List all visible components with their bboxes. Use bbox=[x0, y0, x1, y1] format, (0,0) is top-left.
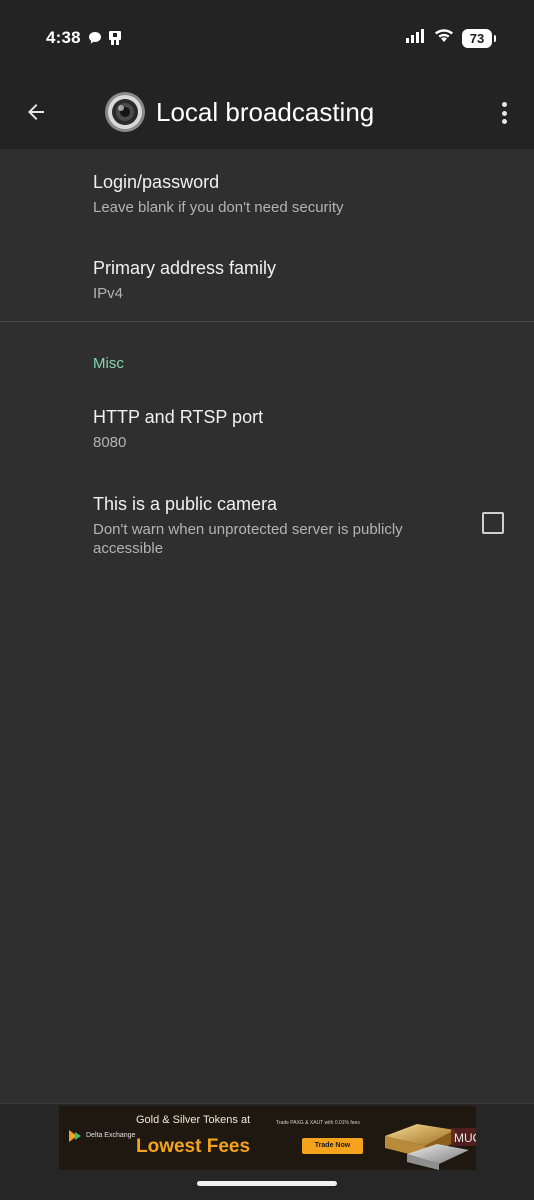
pref-title: HTTP and RTSP port bbox=[93, 407, 264, 427]
battery-icon: 73 bbox=[462, 28, 496, 48]
category-misc: Misc bbox=[93, 355, 124, 372]
pref-summary: Leave blank if you don't need security bbox=[93, 199, 344, 216]
home-indicator[interactable] bbox=[197, 1181, 337, 1186]
wifi-icon bbox=[434, 28, 454, 48]
status-notification-icons bbox=[88, 30, 122, 51]
pref-http-rtsp-port[interactable]: HTTP and RTSP port 8080 bbox=[0, 407, 534, 452]
camera-lens-logo-icon bbox=[104, 91, 146, 133]
pref-title: Login/password bbox=[93, 172, 220, 192]
pref-title: Primary address family bbox=[93, 258, 277, 278]
more-vertical-icon bbox=[501, 102, 507, 107]
ad-brand-name: Delta Exchange bbox=[86, 1132, 136, 1139]
app-notification-icon bbox=[108, 30, 122, 51]
pref-public-camera[interactable]: This is a public camera Don't warn when … bbox=[0, 494, 534, 558]
public-camera-checkbox[interactable] bbox=[482, 512, 504, 534]
pref-title: This is a public camera bbox=[93, 494, 278, 514]
pref-summary: IPv4 bbox=[93, 285, 124, 302]
back-button[interactable] bbox=[20, 96, 52, 128]
status-right-icons: 73 bbox=[406, 28, 496, 48]
more-options-button[interactable] bbox=[492, 98, 516, 128]
pref-primary-address-family[interactable]: Primary address family IPv4 bbox=[0, 258, 534, 303]
signal-icon bbox=[406, 28, 426, 48]
delta-logo-icon bbox=[69, 1130, 81, 1142]
ad-watermark: MUO bbox=[454, 1131, 476, 1145]
app-bar: Local broadcasting bbox=[0, 76, 534, 149]
ad-cta-text: Lowest Fees bbox=[136, 1136, 251, 1157]
trade-now-button[interactable]: Trade Now bbox=[302, 1138, 363, 1154]
ad-headline: Gold & Silver Tokens at bbox=[136, 1114, 251, 1126]
chat-notification-icon bbox=[88, 31, 102, 50]
back-arrow-icon bbox=[28, 104, 44, 120]
pref-summary: 8080 bbox=[93, 434, 127, 451]
gold-bars-image: MUO bbox=[385, 1124, 476, 1170]
ad-brand: Delta Exchange bbox=[67, 1128, 135, 1144]
pref-login-password[interactable]: Login/password Leave blank if you don't … bbox=[0, 172, 534, 217]
ad-banner[interactable]: Delta Exchange Gold & Silver Tokens at L… bbox=[59, 1106, 476, 1170]
pref-summary: Don't warn when unprotected server is pu… bbox=[93, 521, 403, 557]
section-divider bbox=[0, 321, 534, 322]
status-time: 4:38 bbox=[46, 28, 81, 47]
status-bar: 4:38 73 bbox=[0, 0, 534, 76]
page-title: Local broadcasting bbox=[156, 97, 375, 127]
ad-small-print: Trade PAXG & XAUT with 0.01% fees bbox=[276, 1120, 360, 1126]
screen: 4:38 73 Local broadcasting Login/passwor… bbox=[0, 0, 534, 1200]
